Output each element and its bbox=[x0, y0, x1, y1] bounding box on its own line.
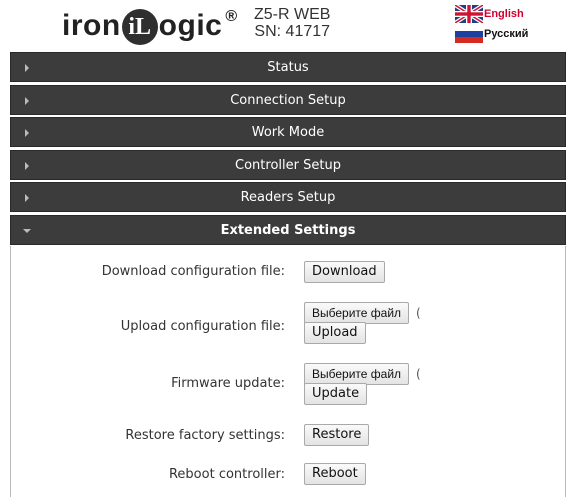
logo-registered: ® bbox=[225, 8, 238, 25]
section-controller-setup[interactable]: Controller Setup bbox=[10, 150, 566, 180]
firmware-update-label: Firmware update: bbox=[171, 376, 285, 391]
restore-factory-label: Restore factory settings: bbox=[125, 428, 285, 443]
chevron-right-icon bbox=[25, 97, 29, 105]
extended-settings-panel: Download configuration file: Download Up… bbox=[10, 246, 566, 497]
language-selector: English Русский bbox=[455, 4, 528, 44]
russian-link[interactable]: Русский bbox=[484, 28, 528, 40]
device-model: Z5-R WEB bbox=[254, 6, 331, 23]
logo-mark: iL bbox=[121, 9, 158, 45]
logo-text-left: iron bbox=[62, 9, 121, 42]
section-work-mode[interactable]: Work Mode bbox=[10, 117, 566, 147]
header: iron iL ogic ® Z5-R WEB SN: 41717 Englis… bbox=[0, 0, 568, 50]
logo-text-right: ogic bbox=[158, 9, 223, 42]
chevron-down-icon bbox=[23, 229, 31, 233]
reboot-button[interactable]: Reboot bbox=[304, 463, 366, 485]
chevron-right-icon bbox=[25, 64, 29, 72]
download-button[interactable]: Download bbox=[304, 261, 385, 283]
download-config-label: Download configuration file: bbox=[101, 264, 285, 279]
device-info: Z5-R WEB SN: 41717 bbox=[254, 6, 330, 40]
language-english[interactable]: English bbox=[455, 4, 528, 24]
section-status[interactable]: Status bbox=[10, 52, 566, 82]
upload-choose-file-button[interactable]: Выберите файл bbox=[304, 302, 410, 324]
update-button[interactable]: Update bbox=[304, 383, 368, 405]
chevron-right-icon bbox=[25, 129, 29, 137]
language-russian[interactable]: Русский bbox=[455, 24, 528, 44]
uk-flag-icon bbox=[455, 5, 483, 23]
section-label: Work Mode bbox=[251, 124, 325, 140]
section-label: Controller Setup bbox=[235, 157, 341, 173]
firmware-choose-file-button[interactable]: Выберите файл bbox=[304, 363, 410, 385]
device-serial: SN: 41717 bbox=[254, 23, 331, 40]
upload-file-status: ( bbox=[416, 306, 421, 320]
upload-config-label: Upload configuration file: bbox=[120, 319, 285, 334]
chevron-right-icon bbox=[25, 162, 29, 170]
restore-button[interactable]: Restore bbox=[304, 424, 370, 446]
section-connection-setup[interactable]: Connection Setup bbox=[10, 85, 566, 115]
ru-flag-icon bbox=[455, 25, 483, 43]
chevron-right-icon bbox=[25, 194, 29, 202]
section-readers-setup[interactable]: Readers Setup bbox=[10, 182, 566, 212]
firmware-file-status: ( bbox=[416, 367, 421, 381]
section-extended-settings[interactable]: Extended Settings bbox=[10, 215, 566, 245]
section-label: Extended Settings bbox=[220, 222, 356, 238]
english-link[interactable]: English bbox=[484, 8, 524, 20]
section-label: Connection Setup bbox=[230, 92, 346, 108]
upload-button[interactable]: Upload bbox=[304, 322, 366, 344]
ironlogic-logo: iron iL ogic ® bbox=[62, 6, 237, 46]
section-label: Status bbox=[267, 59, 309, 75]
section-label: Readers Setup bbox=[240, 189, 336, 205]
reboot-controller-label: Reboot controller: bbox=[168, 467, 285, 482]
